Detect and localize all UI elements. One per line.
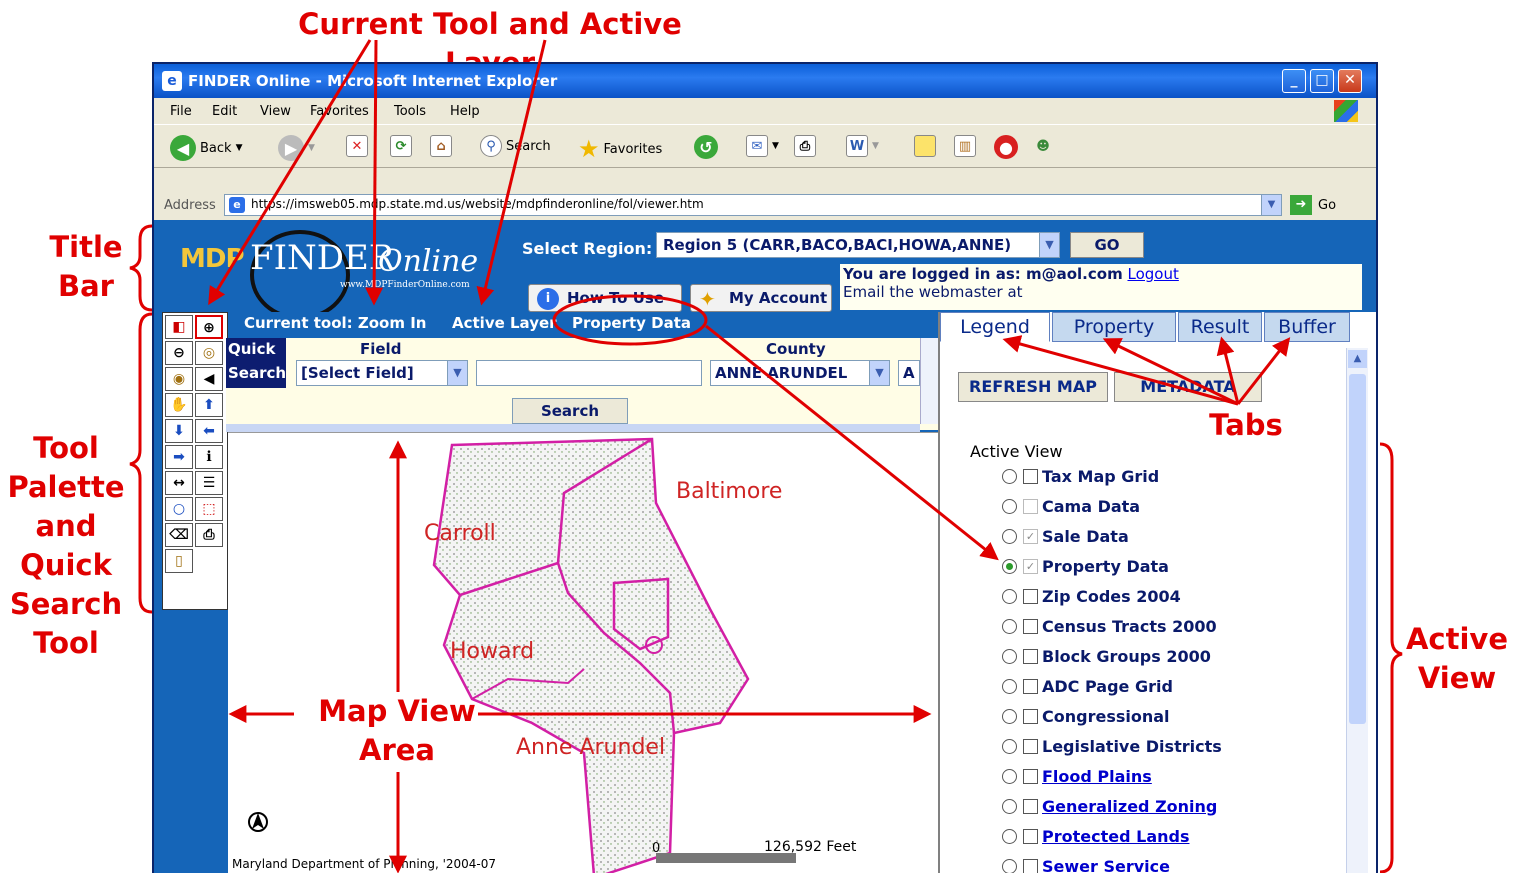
annotation-map-view-line2: Area: [359, 733, 435, 767]
annotated-screenshot: Current Tool and Active Layer Title Bar …: [0, 0, 1520, 873]
annotation-map-view: Map View Area: [316, 692, 478, 770]
annotation-tabs: Tabs: [1209, 408, 1283, 442]
annotation-map-view-line1: Map View: [318, 694, 476, 728]
